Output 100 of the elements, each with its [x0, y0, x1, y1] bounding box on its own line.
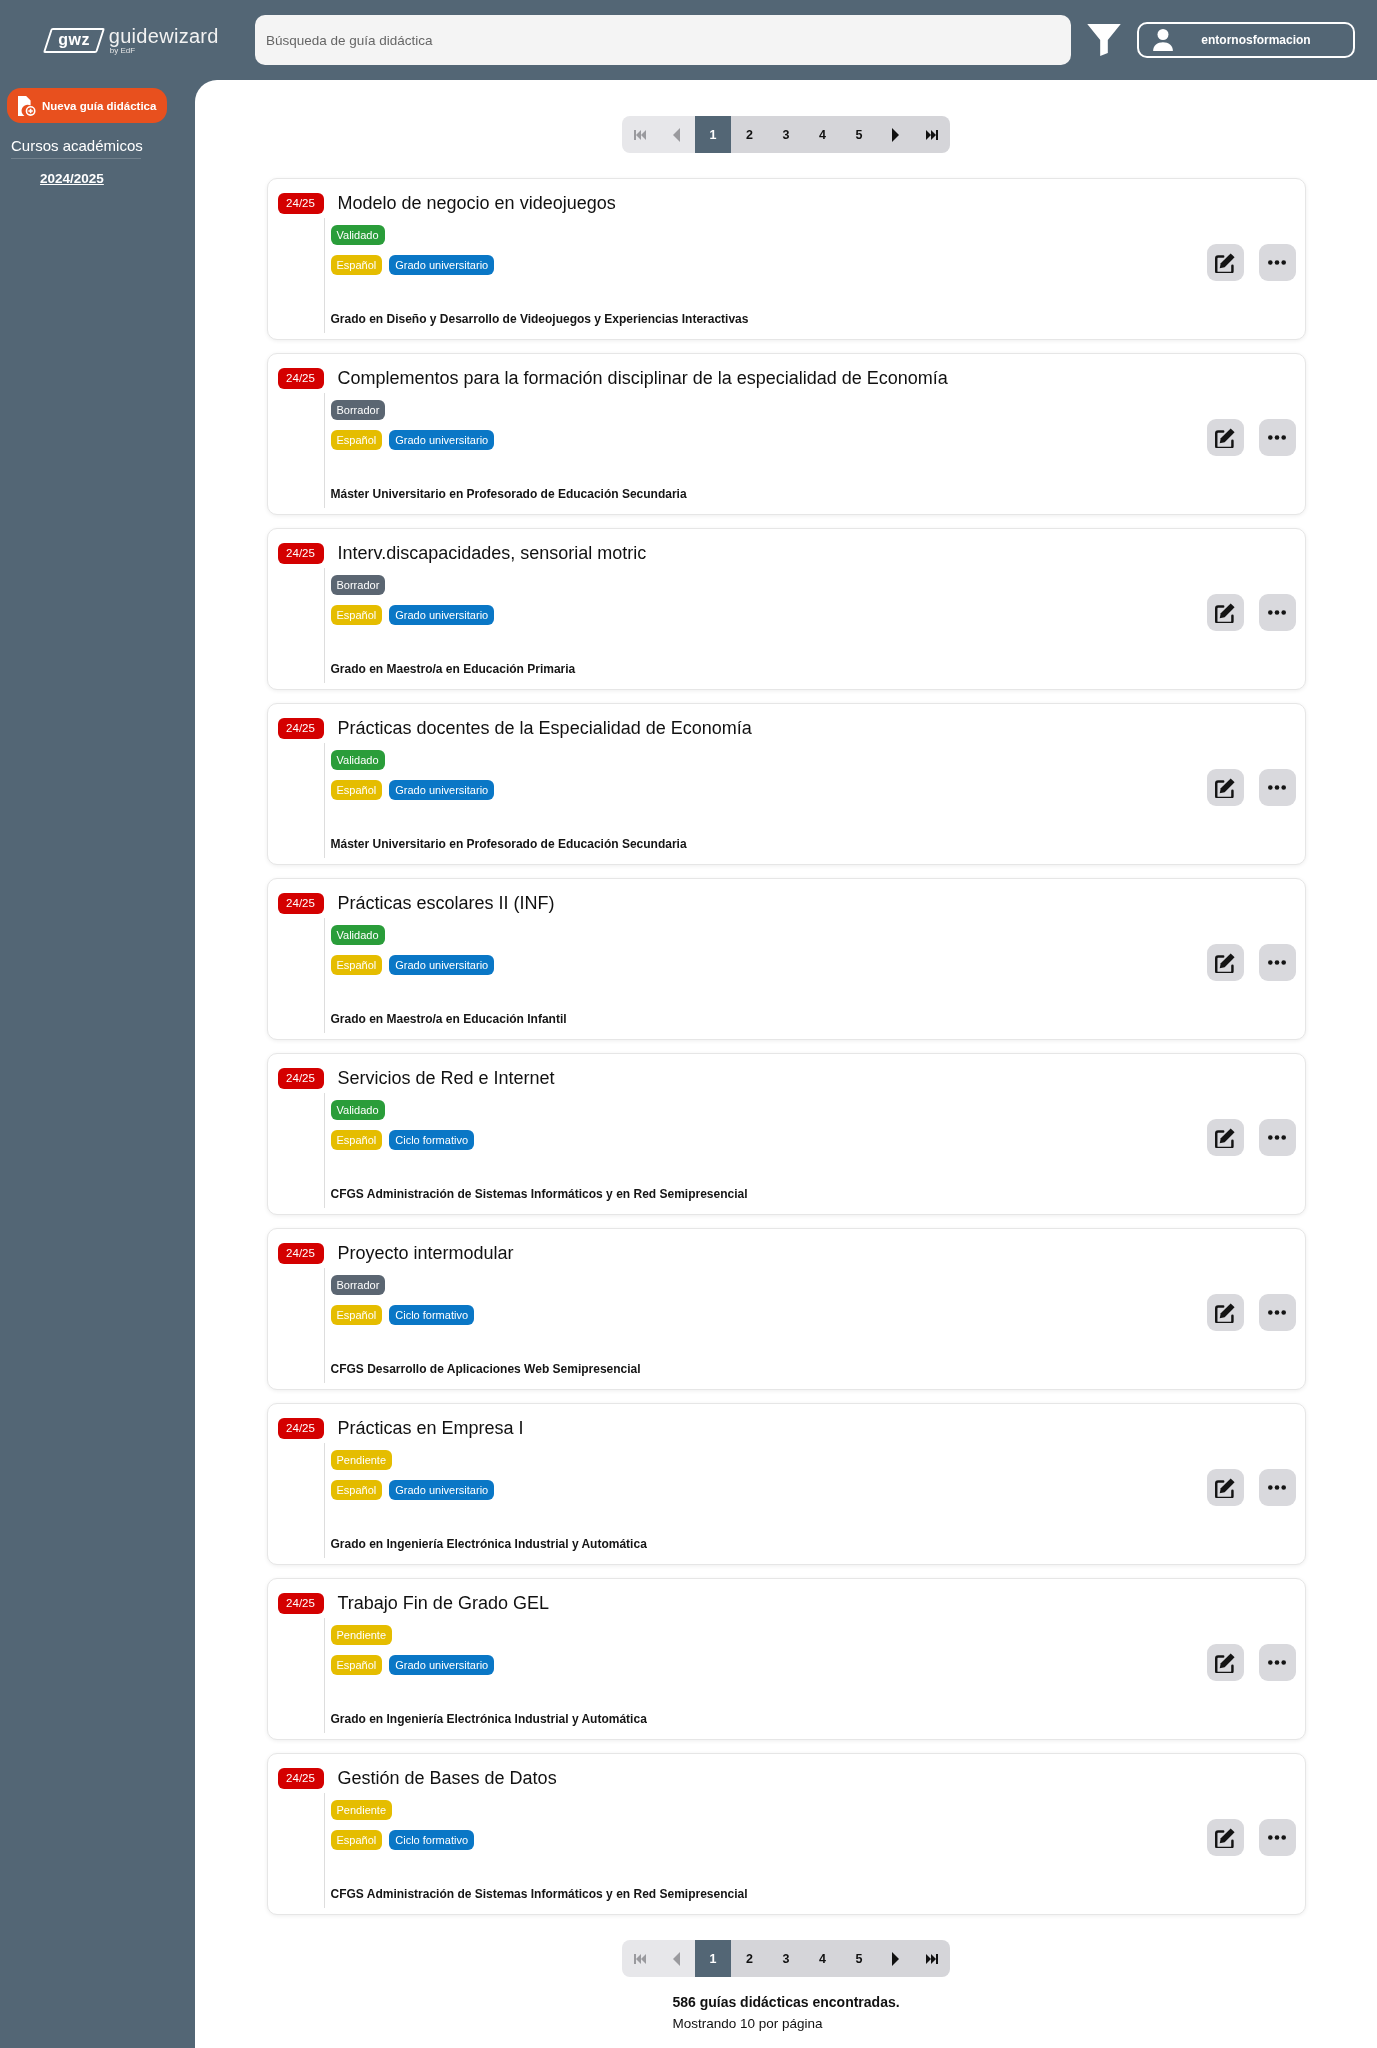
category-tag: Grado universitario: [389, 605, 495, 625]
edit-icon: [1215, 952, 1235, 973]
guide-title: Complementos para la formación disciplinar de la especialidad de Economía: [337, 367, 948, 389]
ellipsis-icon: [1268, 785, 1286, 790]
page-button[interactable]: 3: [767, 116, 805, 153]
results-count: 586 guías didácticas encontradas.: [672, 1994, 900, 2010]
degree-name: Máster Universitario en Profesorado de Educación Secundaria: [330, 487, 687, 501]
search-field[interactable]: Búsqueda de guía didáctica: [255, 15, 1071, 65]
status-tag: Pendiente: [330, 1450, 393, 1470]
guide-card[interactable]: 24/25 Prácticas escolares II (INF) Validado Español Grado universitario Grado en Maestro/a en Educación Infantil: [266, 878, 1306, 1040]
more-button[interactable]: [1258, 1294, 1296, 1331]
edit-button[interactable]: [1206, 1119, 1244, 1156]
guide-title: Gestión de Bases de Datos: [337, 1767, 557, 1789]
edit-icon: [1215, 1302, 1235, 1323]
guide-card[interactable]: 24/25 Trabajo Fin de Grado GEL Pendiente Español Grado universitario Grado en Ingeniería Electrónica Industrial y Automática: [266, 1578, 1306, 1740]
degree-name: CFGS Administración de Sistemas Informáticos y en Red Semipresencial: [330, 1887, 748, 1901]
guide-title: Prácticas en Empresa I: [337, 1417, 524, 1439]
more-button[interactable]: [1258, 1119, 1296, 1156]
year-badge: 24/25: [277, 1767, 324, 1789]
page-button[interactable]: 4: [804, 116, 841, 153]
category-tag: Español: [330, 1480, 383, 1500]
guide-title: Modelo de negocio en videojuegos: [337, 192, 616, 214]
guide-card[interactable]: 24/25 Modelo de negocio en videojuegos Validado Español Grado universitario Grado en Diseño y Desarrollo de Videojuegos y Experiencias Interactivas: [266, 178, 1306, 340]
guide-card[interactable]: 24/25 Proyecto intermodular Borrador Español Ciclo formativo CFGS Desarrollo de Aplicaciones Web Semipresencial: [266, 1228, 1306, 1390]
category-tag: Grado universitario: [389, 430, 495, 450]
caret-right-icon: [892, 1951, 899, 1966]
degree-name: Grado en Maestro/a en Educación Primaria: [330, 662, 576, 676]
edit-button[interactable]: [1206, 419, 1244, 456]
skip-last-icon: [926, 129, 938, 140]
filter-icon[interactable]: [1087, 24, 1121, 56]
more-button[interactable]: [1258, 244, 1296, 281]
more-button[interactable]: [1258, 1819, 1296, 1856]
edit-button[interactable]: [1206, 1294, 1244, 1331]
page-button[interactable]: 3: [767, 1940, 805, 1977]
page-button[interactable]: 5: [840, 1940, 878, 1977]
category-tag: Español: [330, 1655, 383, 1675]
more-button[interactable]: [1258, 1644, 1296, 1681]
edit-icon: [1215, 777, 1235, 798]
status-tag: Validado: [330, 925, 385, 945]
ellipsis-icon: [1268, 610, 1286, 615]
logo-mark: gwz: [42, 27, 105, 53]
edit-button[interactable]: [1206, 1819, 1244, 1856]
caret-right-icon: [892, 127, 899, 142]
caret-left-icon: [673, 127, 680, 142]
guide-card[interactable]: 24/25 Interv.discapacidades, sensorial motric Borrador Español Grado universitario Grado en Maestro/a en Educación Primaria: [266, 528, 1306, 690]
edit-button[interactable]: [1206, 944, 1244, 981]
degree-name: Grado en Ingeniería Electrónica Industrial y Automática: [330, 1537, 647, 1551]
ellipsis-icon: [1268, 1660, 1286, 1665]
status-tag: Borrador: [330, 1275, 386, 1295]
guide-card[interactable]: 24/25 Prácticas en Empresa I Pendiente Español Grado universitario Grado en Ingeniería Electrónica Industrial y Automática: [266, 1403, 1306, 1565]
more-button[interactable]: [1258, 944, 1296, 981]
year-badge: 24/25: [277, 542, 324, 564]
ellipsis-icon: [1268, 260, 1286, 265]
year-badge: 24/25: [277, 1592, 324, 1614]
section-title: Cursos académicos: [11, 136, 143, 156]
last-page-button[interactable]: [913, 116, 951, 153]
more-button[interactable]: [1258, 594, 1296, 631]
page-button[interactable]: 2: [731, 116, 768, 153]
year-link[interactable]: 2024/2025: [40, 171, 104, 186]
guide-card[interactable]: 24/25 Gestión de Bases de Datos Pendiente Español Ciclo formativo CFGS Administración de Sistemas Informáticos y en Red Semipresencial: [266, 1753, 1306, 1915]
category-tag: Ciclo formativo: [389, 1130, 474, 1150]
document-plus-icon: [18, 95, 36, 116]
user-icon: [1153, 29, 1173, 51]
edit-button[interactable]: [1206, 1644, 1244, 1681]
logo-tagline: by EdF: [109, 46, 136, 55]
last-page-button[interactable]: [913, 1940, 951, 1977]
category-tag: Español: [330, 1305, 383, 1325]
edit-icon: [1215, 1477, 1235, 1498]
degree-name: CFGS Administración de Sistemas Informáticos y en Red Semipresencial: [330, 1187, 748, 1201]
more-button[interactable]: [1258, 1469, 1296, 1506]
more-button[interactable]: [1258, 419, 1296, 456]
page-button[interactable]: 4: [804, 1940, 841, 1977]
more-button[interactable]: [1258, 769, 1296, 806]
edit-button[interactable]: [1206, 1469, 1244, 1506]
new-guide-button[interactable]: Nueva guía didáctica: [7, 88, 167, 123]
page-button[interactable]: 2: [731, 1940, 768, 1977]
page-button[interactable]: 1: [694, 116, 732, 153]
year-badge: 24/25: [277, 1417, 324, 1439]
degree-name: Máster Universitario en Profesorado de Educación Secundaria: [330, 837, 687, 851]
guide-card[interactable]: 24/25 Servicios de Red e Internet Validado Español Ciclo formativo CFGS Administración de Sistemas Informáticos y en Red Semipresencial: [266, 1053, 1306, 1215]
page-button[interactable]: 5: [840, 116, 878, 153]
year-badge: 24/25: [277, 192, 324, 214]
year-badge: 24/25: [277, 1242, 324, 1264]
edit-button[interactable]: [1206, 594, 1244, 631]
page-button[interactable]: 1: [694, 1940, 732, 1977]
category-tag: Grado universitario: [389, 1655, 495, 1675]
edit-icon: [1215, 1127, 1235, 1148]
guide-title: Proyecto intermodular: [337, 1242, 514, 1264]
status-tag: Validado: [330, 1100, 385, 1120]
degree-name: Grado en Maestro/a en Educación Infantil: [330, 1012, 567, 1026]
guide-card[interactable]: 24/25 Prácticas docentes de la Especialidad de Economía Validado Español Grado universitario Máster Universitario en Profesorado de Educación Secundaria: [266, 703, 1306, 865]
year-badge: 24/25: [277, 1067, 324, 1089]
guide-card[interactable]: 24/25 Complementos para la formación disciplinar de la especialidad de Economía Borrador Español Grado universitario Máster Universitario en Profesorado de Educación Secundaria: [266, 353, 1306, 515]
user-button[interactable]: entornosformacion: [1137, 22, 1355, 58]
edit-button[interactable]: [1206, 244, 1244, 281]
year-badge: 24/25: [277, 367, 324, 389]
edit-icon: [1215, 427, 1235, 448]
status-tag: Borrador: [330, 575, 386, 595]
edit-button[interactable]: [1206, 769, 1244, 806]
edit-icon: [1215, 252, 1235, 273]
